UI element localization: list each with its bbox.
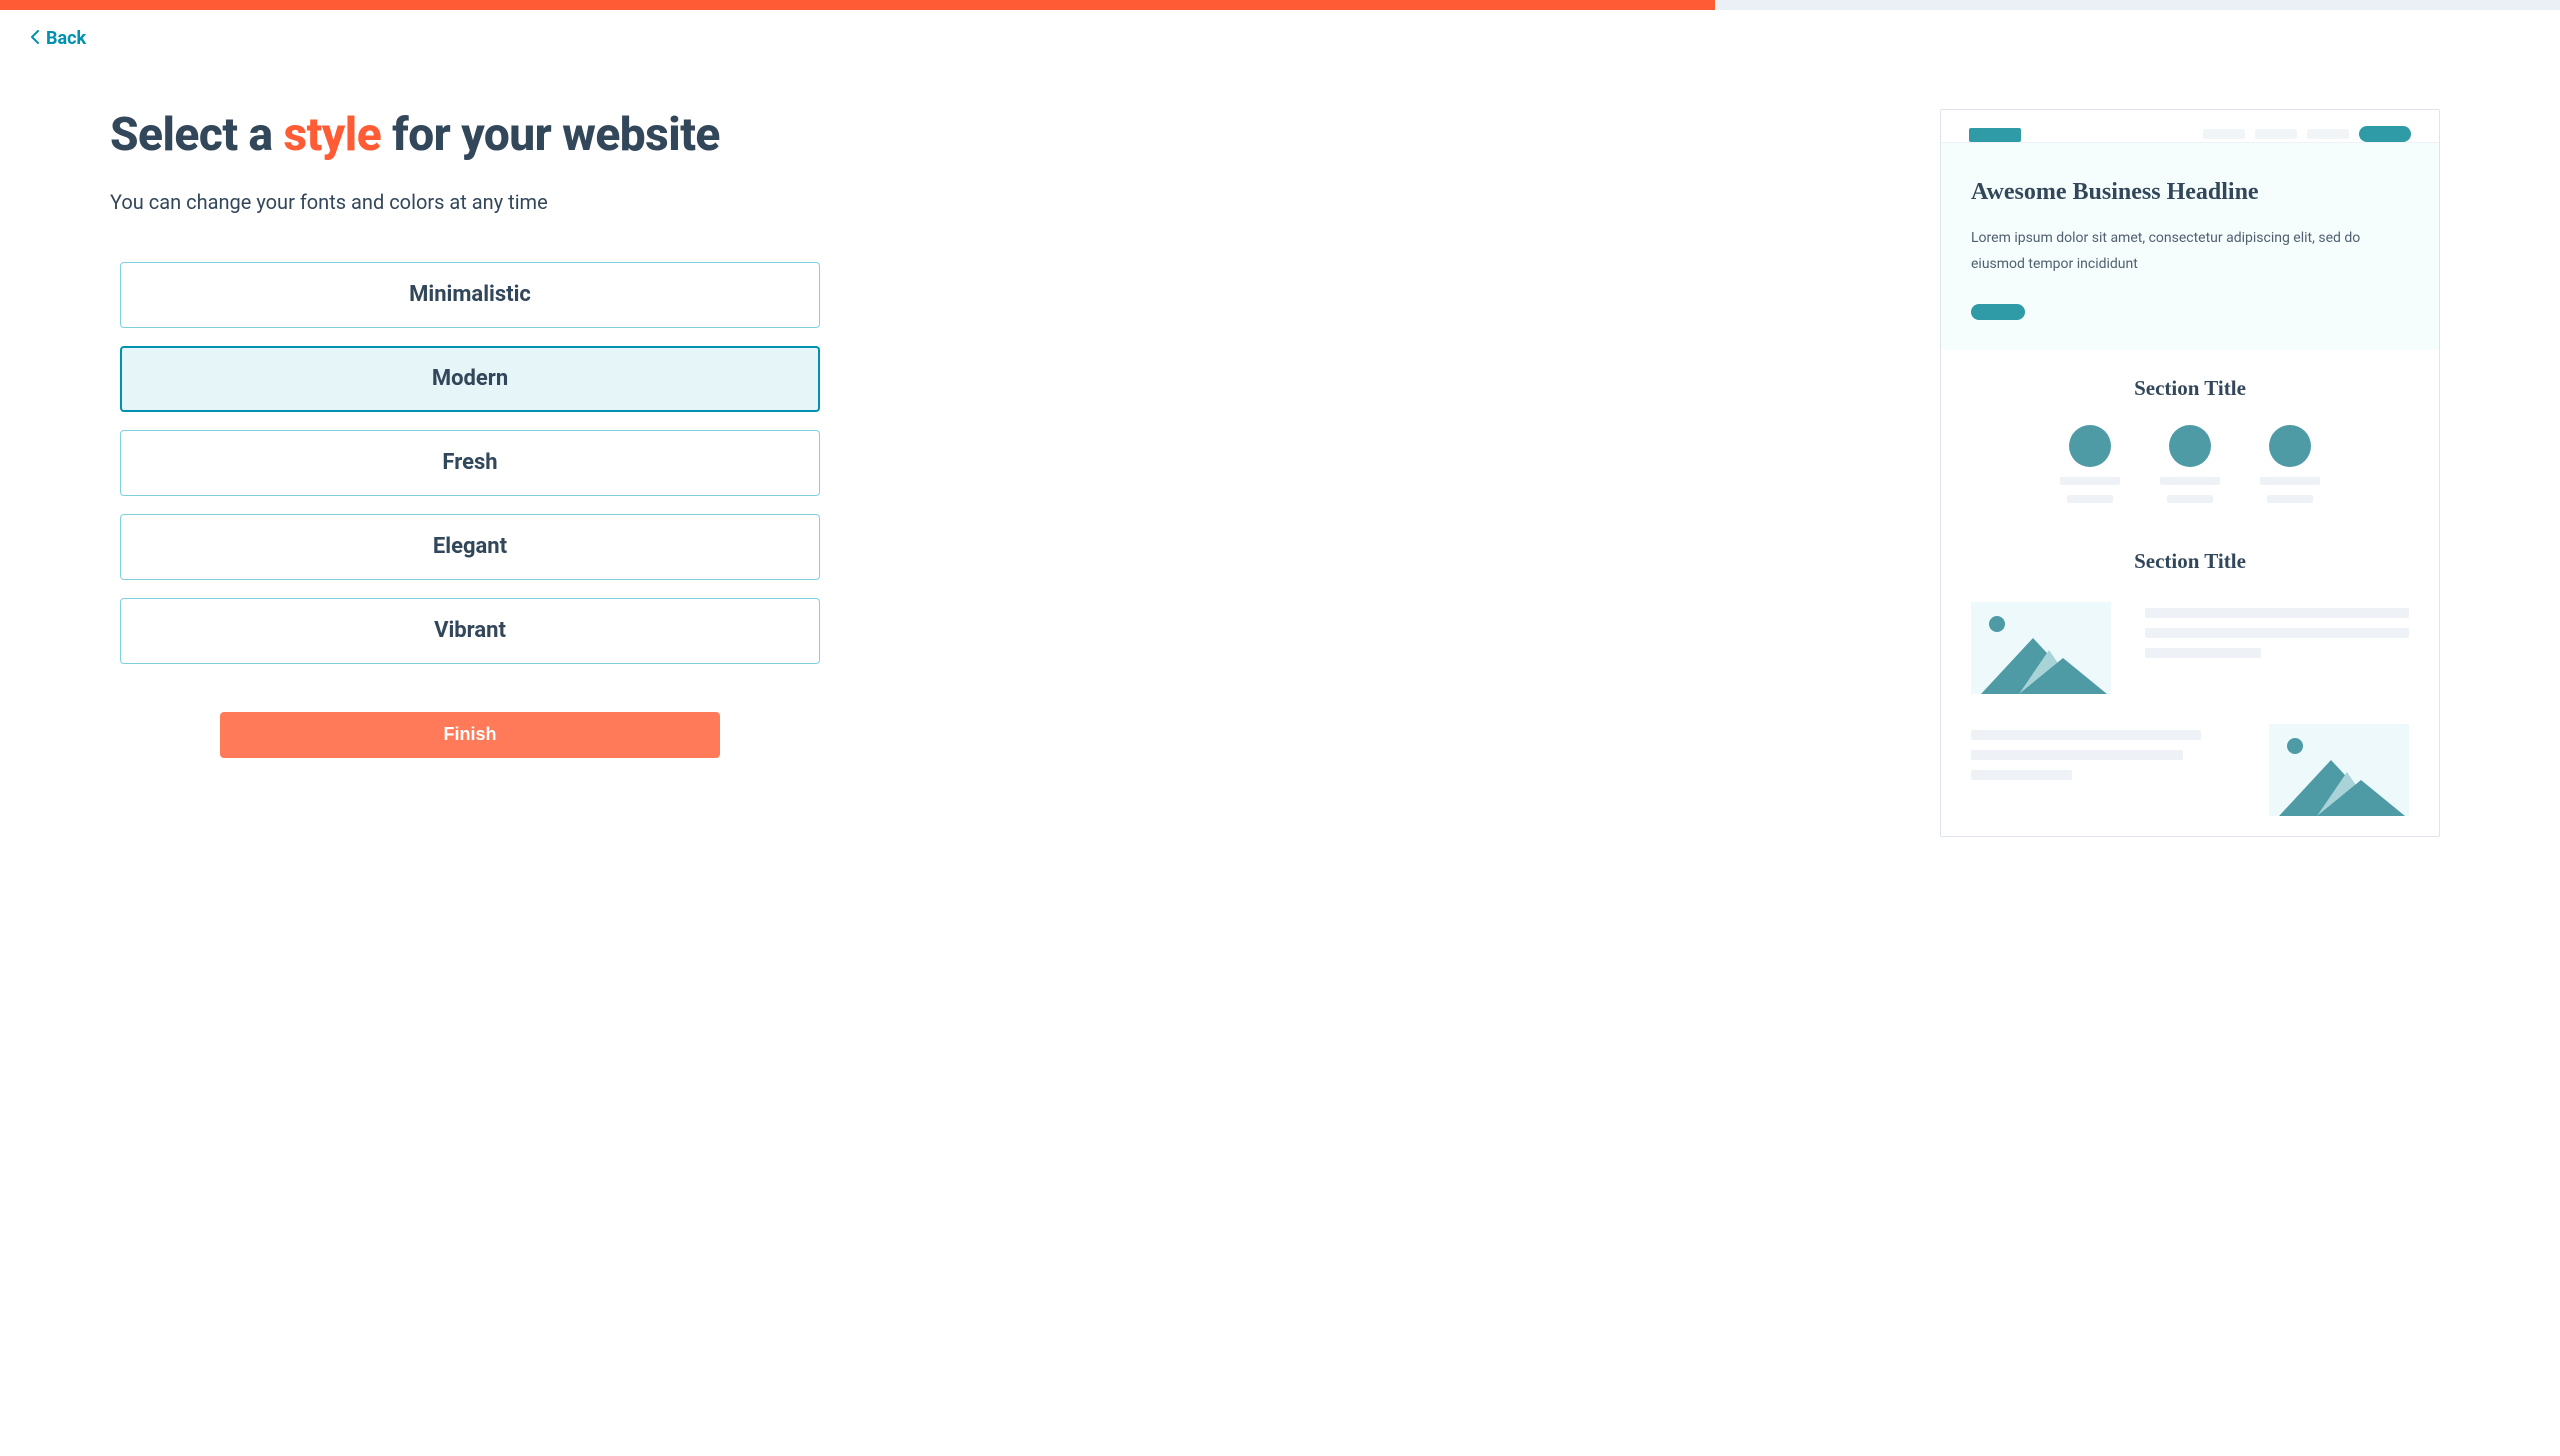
preview-image-placeholder [2269,724,2409,816]
preview-section-title-1: Section Title [1971,376,2409,401]
preview-topbar [1941,110,2439,142]
page-title-accent: style [283,108,381,162]
placeholder-line [1971,770,2072,780]
placeholder-line [1971,750,2183,760]
style-option-elegant[interactable]: Elegant [120,514,820,580]
preview-nav-item [2307,129,2349,139]
placeholder-line [1971,730,2201,740]
placeholder-line [2145,648,2261,658]
preview-text-placeholder [1971,724,2201,816]
sun-icon [1989,616,2005,632]
main-content: Select a style for your website You can … [0,49,2560,877]
placeholder-line [2060,477,2120,485]
preview-features-row [1971,425,2409,503]
style-option-label: Minimalistic [409,282,531,307]
preview-section-title-2: Section Title [1971,549,2409,574]
preview-hero: Awesome Business Headline Lorem ipsum do… [1941,142,2439,350]
sun-icon [2287,738,2303,754]
back-row: Back [0,10,2560,49]
back-label: Back [46,28,86,49]
right-column: Awesome Business Headline Lorem ipsum do… [1940,109,2440,837]
placeholder-line [2160,477,2220,485]
preview-feature [2060,425,2120,503]
placeholder-line [2167,495,2213,503]
preview-content-section-header: Section Title [1941,523,2439,602]
style-option-label: Modern [432,366,508,391]
preview-content-row [1971,724,2409,816]
mountain-icon [2019,658,2107,694]
preview-logo-placeholder [1969,128,2021,142]
style-option-minimalistic[interactable]: Minimalistic [120,262,820,328]
finish-button[interactable]: Finish [220,712,720,758]
preview-content-row [1971,602,2409,694]
left-column: Select a style for your website You can … [110,109,830,758]
page-title-pre: Select a [110,108,283,162]
finish-button-label: Finish [444,724,497,744]
preview-hero-title: Awesome Business Headline [1971,179,2409,206]
page-title: Select a style for your website [110,109,830,162]
style-option-vibrant[interactable]: Vibrant [120,598,820,664]
circle-icon [2169,425,2211,467]
preview-features-section: Section Title [1941,350,2439,523]
placeholder-line [2260,477,2320,485]
placeholder-line [2145,628,2409,638]
preview-image-placeholder [1971,602,2111,694]
preview-content-section [1941,602,2439,836]
style-option-label: Vibrant [434,618,506,643]
circle-icon [2069,425,2111,467]
preview-nav-item [2255,129,2297,139]
preview-nav-item [2203,129,2245,139]
style-option-fresh[interactable]: Fresh [120,430,820,496]
preview-card: Awesome Business Headline Lorem ipsum do… [1940,109,2440,837]
circle-icon [2269,425,2311,467]
placeholder-line [2067,495,2113,503]
placeholder-line [2145,608,2409,618]
progress-bar-fill [0,0,1715,10]
placeholder-line [2267,495,2313,503]
progress-bar-track [0,0,2560,10]
back-button[interactable]: Back [30,28,86,49]
preview-nav-cta [2359,126,2411,142]
finish-button-row: Finish [110,712,830,758]
style-option-modern[interactable]: Modern [120,346,820,412]
page-subtitle: You can change your fonts and colors at … [110,190,830,214]
style-option-label: Elegant [433,534,507,559]
preview-text-placeholder [2145,602,2409,694]
preview-hero-body: Lorem ipsum dolor sit amet, consectetur … [1971,226,2409,278]
preview-nav [2203,126,2411,142]
mountain-icon [2317,780,2405,816]
chevron-left-icon [30,28,40,49]
preview-feature [2260,425,2320,503]
style-options-list: Minimalistic Modern Fresh Elegant Vibran… [110,262,830,664]
preview-feature [2160,425,2220,503]
preview-hero-cta [1971,304,2025,320]
page-title-post: for your website [381,108,720,162]
style-option-label: Fresh [442,450,497,475]
